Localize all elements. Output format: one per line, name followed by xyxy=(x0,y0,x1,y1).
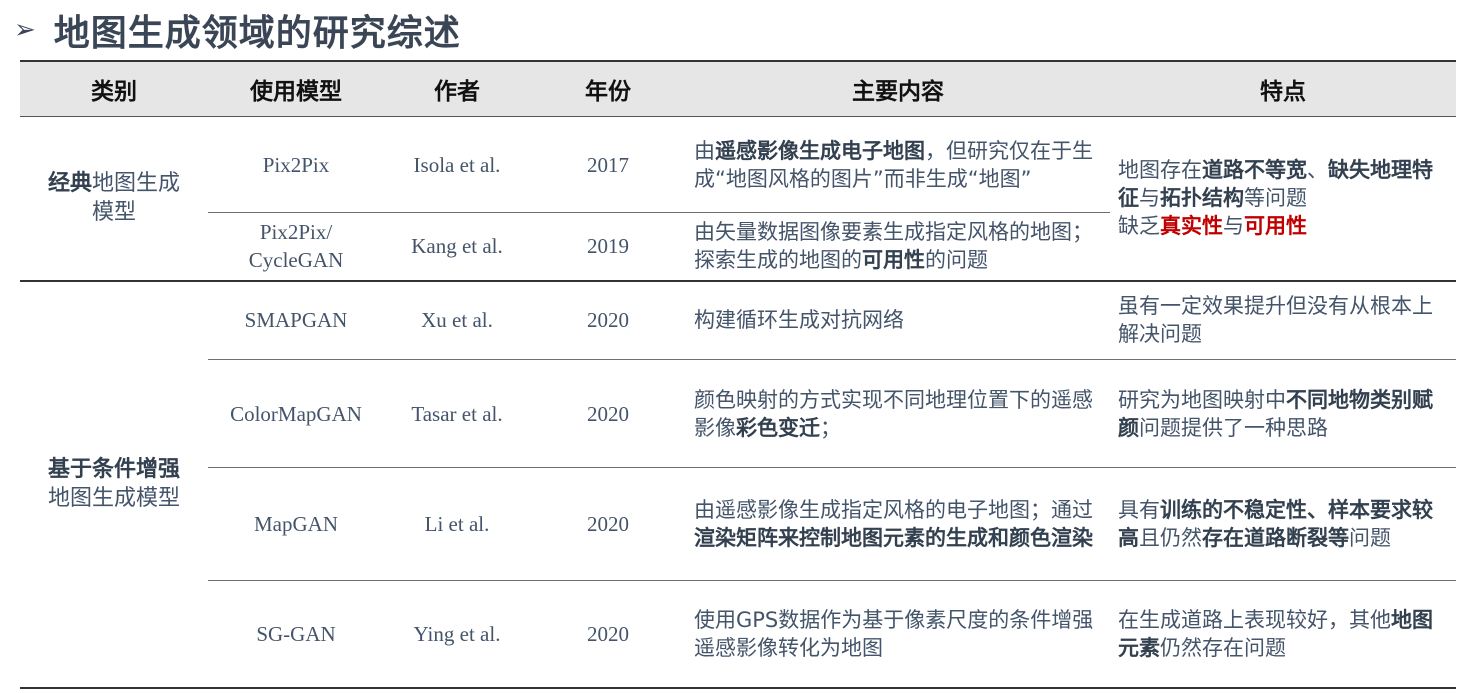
content-cell: 由遥感影像生成电子地图，但研究仅在于生成“地图风格的图片”而非生成“地图” xyxy=(686,116,1110,213)
model-cell: SG-GAN xyxy=(208,580,384,689)
text-segment: 由遥感影像生成指定风格的电子地图；通过 xyxy=(694,498,1093,522)
author-cell: Li et al. xyxy=(384,467,530,581)
text-segment: 使用GPS数据作为基于像素尺度的条件增强遥感影像转化为地图 xyxy=(694,607,1094,660)
bold-text: 存在道路断裂等 xyxy=(1202,526,1349,550)
text-segment: ； xyxy=(820,415,841,440)
text-segment: 仍然存在问题 xyxy=(1160,635,1286,660)
category-conditional-line1: 基于条件增强 xyxy=(47,457,180,482)
table-header-row: 类别 使用模型 作者 年份 主要内容 特点 xyxy=(20,60,1456,117)
year-cell: 2020 xyxy=(530,280,686,360)
model-line: Pix2Pix/ xyxy=(259,220,333,245)
text-segment: 、 xyxy=(1307,158,1328,183)
header-model: 使用模型 xyxy=(208,60,384,117)
page-title-bar: ➢ 地图生成领域的研究综述 xyxy=(14,4,461,56)
table-row: MapGAN Li et al. 2020 由遥感影像生成指定风格的电子地图；通… xyxy=(20,467,1456,581)
text-segment: 问题 xyxy=(1349,526,1391,550)
text-segment: 缺乏 xyxy=(1118,214,1160,239)
text-segment: 与 xyxy=(1139,186,1160,211)
author-cell: Tasar et al. xyxy=(384,359,530,468)
model-cell: Pix2Pix/ CycleGAN xyxy=(208,212,384,282)
feature-cell: 研究为地图映射中不同地物类别赋颜问题提供了一种思路 xyxy=(1110,359,1456,468)
model-line: CycleGAN xyxy=(248,248,344,273)
text-segment: 的问题 xyxy=(925,248,988,273)
feature-cell: 在生成道路上表现较好，其他地图元素仍然存在问题 xyxy=(1110,580,1456,689)
text-segment: 且仍然 xyxy=(1139,526,1202,550)
table-row: 经典地图生成 模型 Pix2Pix Isola et al. 2017 由遥感影… xyxy=(20,116,1456,282)
table-row: ColorMapGAN Tasar et al. 2020 颜色映射的方式实现不… xyxy=(20,359,1456,468)
text-segment: 与 xyxy=(1223,214,1244,239)
category-conditional-line2: 地图生成模型 xyxy=(47,486,180,511)
category-classic-bold: 经典 xyxy=(47,171,92,197)
text-segment: 研究为地图映射中 xyxy=(1118,387,1286,412)
content-cell: 由矢量数据图像要素生成指定风格的地图；探索生成的地图的可用性的问题 xyxy=(686,212,1110,282)
year-cell: 2017 xyxy=(530,116,686,213)
author-cell: Kang et al. xyxy=(384,212,530,282)
category-classic-rest: 地图生成 xyxy=(92,171,181,197)
header-category: 类别 xyxy=(20,60,208,117)
model-cell: SMAPGAN xyxy=(208,280,384,360)
header-feature: 特点 xyxy=(1110,60,1456,117)
category-classic: 经典地图生成 模型 xyxy=(20,116,208,282)
content-cell: 构建循环生成对抗网络 xyxy=(686,280,1110,360)
bold-text: 拓扑结构 xyxy=(1160,186,1244,211)
arrow-right-icon: ➢ xyxy=(14,15,36,45)
bold-text: 可用性 xyxy=(862,248,925,273)
header-content: 主要内容 xyxy=(686,60,1110,117)
text-segment: 由 xyxy=(694,138,715,163)
text-segment: 地图存在 xyxy=(1118,158,1202,183)
header-year: 年份 xyxy=(530,60,686,117)
year-cell: 2020 xyxy=(530,467,686,581)
table-row: 基于条件增强 地图生成模型 SMAPGAN Xu et al. 2020 构建循… xyxy=(20,280,1456,689)
feature-cell: 具有训练的不稳定性、样本要求较高且仍然存在道路断裂等问题 xyxy=(1110,467,1456,581)
content-cell: 颜色映射的方式实现不同地理位置下的遥感影像彩色变迁； xyxy=(686,359,1110,468)
model-cell: Pix2Pix xyxy=(208,116,384,213)
feature-cell-classic: 地图存在道路不等宽、缺失地理特征与拓扑结构等问题 缺乏真实性与可用性 xyxy=(1110,116,1456,282)
feature-cell: 虽有一定效果提升但没有从根本上解决问题 xyxy=(1110,280,1456,360)
page-title: 地图生成领域的研究综述 xyxy=(53,13,461,54)
bold-text: 彩色变迁 xyxy=(736,415,820,440)
content-cell: 使用GPS数据作为基于像素尺度的条件增强遥感影像转化为地图 xyxy=(686,580,1110,689)
year-cell: 2020 xyxy=(530,359,686,468)
year-cell: 2020 xyxy=(530,580,686,689)
year-cell: 2019 xyxy=(530,212,686,282)
category-conditional: 基于条件增强 地图生成模型 xyxy=(20,280,208,689)
bold-text: 遥感影像生成电子地图 xyxy=(715,138,925,163)
highlight-text: 真实性 xyxy=(1160,214,1223,239)
bold-text: 渲染矩阵来控制地图元素的生成和颜色渲染 xyxy=(694,526,1093,550)
category-classic-line2: 模型 xyxy=(91,200,136,226)
text-segment: 在生成道路上表现较好，其他 xyxy=(1118,607,1391,632)
text-segment: 具有 xyxy=(1118,498,1160,522)
author-cell: Isola et al. xyxy=(384,116,530,213)
table-row: SG-GAN Ying et al. 2020 使用GPS数据作为基于像素尺度的… xyxy=(20,580,1456,689)
author-cell: Xu et al. xyxy=(384,280,530,360)
model-cell: ColorMapGAN xyxy=(208,359,384,468)
highlight-text: 可用性 xyxy=(1244,214,1307,239)
text-segment: 虽有一定效果提升但没有从根本上解决问题 xyxy=(1118,294,1433,347)
text-segment: 构建循环生成对抗网络 xyxy=(694,308,904,333)
model-cell: MapGAN xyxy=(208,467,384,581)
header-author: 作者 xyxy=(384,60,530,117)
author-cell: Ying et al. xyxy=(384,580,530,689)
survey-table: 类别 使用模型 作者 年份 主要内容 特点 经典地图生成 模型 Pix2Pix … xyxy=(20,60,1456,689)
text-segment: 等问题 xyxy=(1244,186,1307,211)
content-cell: 由遥感影像生成指定风格的电子地图；通过渲染矩阵来控制地图元素的生成和颜色渲染 xyxy=(686,467,1110,581)
bold-text: 道路不等宽 xyxy=(1202,158,1307,183)
text-segment: 问题提供了一种思路 xyxy=(1139,415,1328,440)
